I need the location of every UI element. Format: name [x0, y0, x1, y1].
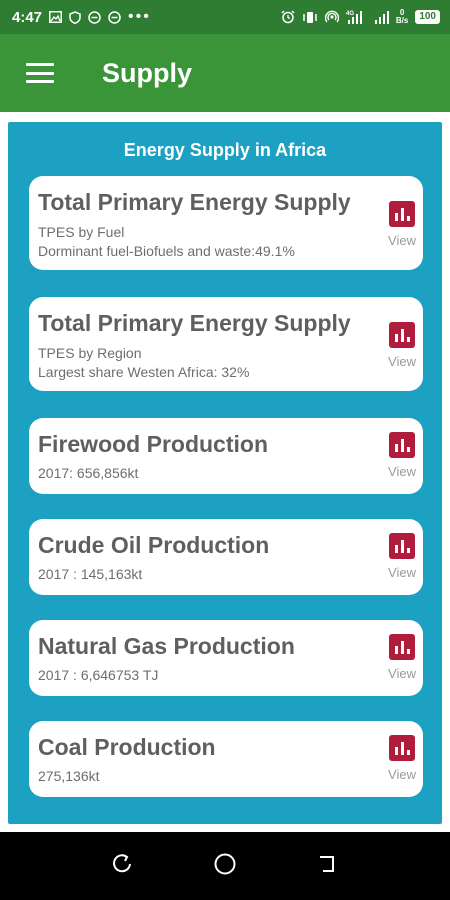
- status-left: 4:47 •••: [12, 8, 151, 26]
- energy-supply-panel: Energy Supply in Africa Total Primary En…: [8, 122, 442, 824]
- battery-indicator: 100: [415, 10, 440, 24]
- card-title: Total Primary Energy Supply: [38, 310, 351, 336]
- card-detail: Largest share Westen Africa: 32%: [38, 364, 250, 380]
- card-detail: 2017 : 6,646753 TJ: [38, 667, 159, 683]
- view-button[interactable]: View: [384, 432, 420, 479]
- card-natural-gas-production[interactable]: Natural Gas Production 2017 : 6,646753 T…: [29, 620, 423, 696]
- chart-icon: [389, 533, 415, 559]
- chart-icon: [389, 634, 415, 660]
- card-subtitle: TPES by Region: [38, 345, 142, 361]
- recents-icon: [111, 853, 133, 880]
- hotspot-icon: [324, 10, 339, 24]
- view-label: View: [388, 354, 416, 369]
- minus-circle-icon: [88, 10, 101, 24]
- chart-icon: [389, 322, 415, 348]
- minus-circle-icon: [108, 10, 121, 24]
- recents-button[interactable]: [102, 846, 142, 886]
- card-firewood-production[interactable]: Firewood Production 2017: 656,856kt View: [29, 418, 423, 494]
- card-title: Firewood Production: [38, 431, 268, 457]
- home-icon: [213, 852, 237, 881]
- svg-text:4G: 4G: [346, 11, 354, 17]
- view-button[interactable]: View: [384, 533, 420, 580]
- network-speed: 0 B/s: [396, 9, 408, 25]
- card-title: Coal Production: [38, 734, 216, 760]
- card-detail: 2017: 656,856kt: [38, 465, 139, 481]
- home-button[interactable]: [205, 846, 245, 886]
- app-bar: Supply: [0, 34, 450, 112]
- card-title: Total Primary Energy Supply: [38, 189, 351, 215]
- alarm-icon: [281, 10, 295, 24]
- view-button[interactable]: View: [384, 322, 420, 369]
- back-button[interactable]: [308, 846, 348, 886]
- card-detail: Dorminant fuel-Biofuels and waste:49.1%: [38, 243, 295, 259]
- view-button[interactable]: View: [384, 634, 420, 681]
- card-detail: 2017 : 145,163kt: [38, 566, 143, 582]
- menu-icon[interactable]: [26, 63, 54, 83]
- card-detail: 275,136kt: [38, 768, 100, 784]
- network-speed-unit: B/s: [395, 16, 409, 25]
- view-label: View: [388, 464, 416, 479]
- system-nav-bar: [0, 832, 450, 900]
- view-label: View: [388, 767, 416, 782]
- card-crude-oil-production[interactable]: Crude Oil Production 2017 : 145,163kt Vi…: [29, 519, 423, 595]
- card-title: Natural Gas Production: [38, 633, 295, 659]
- chart-icon: [389, 201, 415, 227]
- gallery-icon: [49, 11, 63, 23]
- shield-icon: [69, 10, 81, 24]
- vibrate-icon: [302, 11, 318, 24]
- view-label: View: [388, 565, 416, 580]
- view-label: View: [388, 233, 416, 248]
- panel-title: Energy Supply in Africa: [123, 140, 327, 160]
- status-bar: 4:47 ••• 4G 0 B/s 100: [0, 0, 450, 34]
- more-notifications-icon: •••: [128, 8, 151, 25]
- card-tpes-by-region[interactable]: Total Primary Energy Supply TPES by Regi…: [29, 297, 423, 391]
- card-title: Crude Oil Production: [38, 532, 270, 558]
- page-title: Supply: [102, 57, 193, 88]
- signal-icon: [374, 10, 389, 24]
- status-time: 4:47: [12, 8, 43, 26]
- card-coal-production[interactable]: Coal Production 275,136kt View: [29, 721, 423, 797]
- chart-icon: [389, 432, 415, 458]
- card-subtitle: TPES by Fuel: [38, 224, 125, 240]
- signal-icon: 4G: [346, 10, 368, 24]
- back-icon: [317, 853, 339, 880]
- view-label: View: [388, 666, 416, 681]
- card-tpes-by-fuel[interactable]: Total Primary Energy Supply TPES by Fuel…: [29, 176, 423, 270]
- status-right: 4G 0 B/s 100: [281, 9, 440, 25]
- view-button[interactable]: View: [384, 201, 420, 248]
- view-button[interactable]: View: [384, 735, 420, 782]
- chart-icon: [389, 735, 415, 761]
